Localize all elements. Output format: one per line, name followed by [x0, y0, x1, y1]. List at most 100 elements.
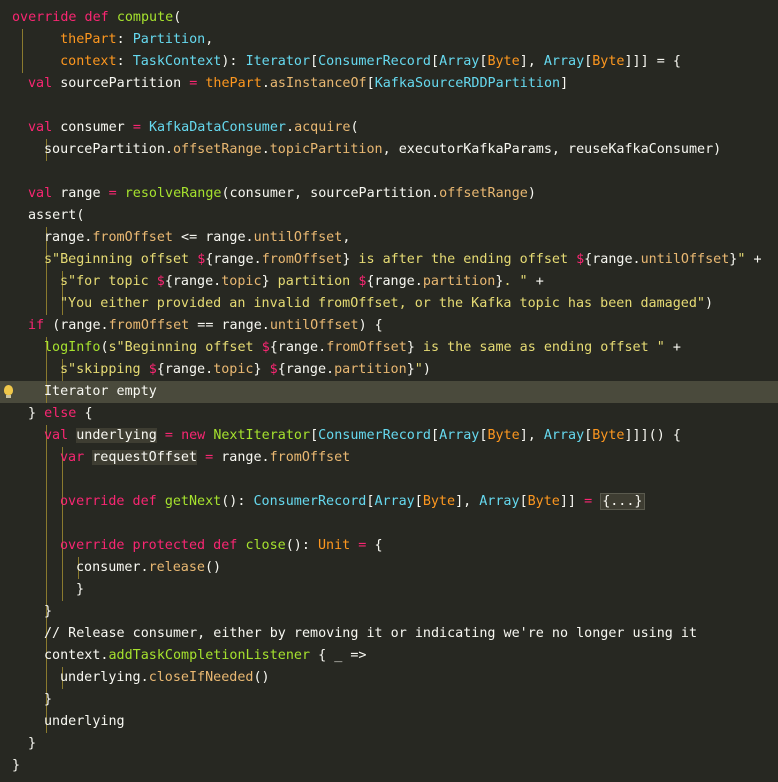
code-editor[interactable]: override def compute( thePart: Partition…: [0, 0, 778, 782]
code-token: ]]]() {: [624, 428, 681, 443]
code-text: assert(: [28, 205, 84, 227]
indent-guide: [46, 557, 47, 579]
code-token: [: [414, 494, 423, 509]
code-line[interactable]: val underlying = new NextIterator[Consum…: [0, 425, 778, 447]
code-token: ]: [560, 76, 569, 91]
indent-guide: [62, 579, 63, 601]
code-token: Array: [374, 494, 415, 509]
code-token: close: [245, 538, 286, 553]
indent-guide: [22, 51, 23, 73]
code-token: [: [431, 54, 440, 69]
code-line[interactable]: // Release consumer, either by removing …: [0, 623, 778, 645]
indent-guide: [46, 469, 47, 491]
code-token: (consumer, sourcePartition.: [221, 186, 440, 201]
code-token: ": [414, 362, 423, 377]
code-token: Byte: [487, 54, 520, 69]
code-token: addTaskCompletionListener: [108, 648, 311, 663]
code-token: is after the ending offset: [350, 252, 577, 267]
code-token: closeIfNeeded: [148, 670, 254, 685]
indent-guide: [62, 513, 63, 535]
code-token: range.: [44, 230, 93, 245]
code-line[interactable]: underlying.closeIfNeeded(): [0, 667, 778, 689]
code-token[interactable]: {...}: [600, 493, 645, 510]
code-token: {: [374, 538, 383, 553]
code-token: Array: [543, 428, 585, 443]
code-token: ,: [342, 230, 351, 245]
code-line[interactable]: context: TaskContext): Iterator[Consumer…: [0, 51, 778, 73]
code-token: offsetRange: [173, 142, 262, 157]
code-token: }: [12, 758, 21, 773]
code-text: sourcePartition.offsetRange.topicPartiti…: [44, 139, 721, 161]
code-token: { _ =>: [310, 648, 367, 663]
code-text: Iterator empty: [44, 381, 157, 403]
code-token: $: [148, 362, 157, 377]
code-text: }: [76, 579, 84, 601]
code-line[interactable]: }: [0, 689, 778, 711]
code-token: getNext: [164, 494, 222, 509]
lightbulb-icon[interactable]: [4, 385, 13, 398]
code-line[interactable]: s"Beginning offset ${range.fromOffset} i…: [0, 249, 778, 271]
code-line[interactable]: }: [0, 755, 778, 777]
code-line[interactable]: logInfo(s"Beginning offset ${range.fromO…: [0, 337, 778, 359]
code-token: =: [108, 186, 125, 201]
code-line[interactable]: }: [0, 579, 778, 601]
indent-guide: [46, 491, 47, 513]
code-line[interactable]: range.fromOffset <= range.untilOffset,: [0, 227, 778, 249]
code-text: logInfo(s"Beginning offset ${range.fromO…: [44, 337, 681, 359]
code-line[interactable]: } else {: [0, 403, 778, 425]
code-line[interactable]: [0, 95, 778, 117]
code-line[interactable]: underlying: [0, 711, 778, 733]
code-line[interactable]: override def getNext(): ConsumerRecord[A…: [0, 491, 778, 513]
code-line[interactable]: [0, 513, 778, 535]
code-token: Array: [439, 428, 480, 443]
code-line[interactable]: s"for topic ${range.topic} partition ${r…: [0, 271, 778, 293]
code-line[interactable]: [0, 469, 778, 491]
code-token: {range.: [269, 340, 327, 355]
indent-guide: [22, 29, 23, 51]
code-line[interactable]: context.addTaskCompletionListener { _ =>: [0, 645, 778, 667]
code-token: s"Beginning offset: [44, 252, 198, 267]
code-line[interactable]: var requestOffset = range.fromOffset: [0, 447, 778, 469]
code-line[interactable]: s"skipping ${range.topic} ${range.partit…: [0, 359, 778, 381]
code-token: Array: [439, 54, 480, 69]
code-token: val: [28, 186, 61, 201]
code-line[interactable]: [0, 161, 778, 183]
code-token: partition: [334, 362, 407, 377]
code-token: }: [44, 604, 53, 619]
code-token: assert(: [28, 208, 85, 223]
code-token: val: [44, 428, 77, 443]
code-line[interactable]: override protected def close(): Unit = {: [0, 535, 778, 557]
code-text: override protected def close(): Unit = {: [60, 535, 383, 557]
code-token: [: [366, 76, 375, 91]
code-token: NextIterator: [213, 428, 311, 443]
code-line[interactable]: consumer.release(): [0, 557, 778, 579]
code-token: sourcePartition: [60, 76, 190, 91]
code-line[interactable]: if (range.fromOffset == range.untilOffse…: [0, 315, 778, 337]
code-token: Iterator: [245, 54, 311, 69]
code-line[interactable]: sourcePartition.offsetRange.topicPartiti…: [0, 139, 778, 161]
code-line[interactable]: "You either provided an invalid fromOffs…: [0, 293, 778, 315]
code-token: logInfo: [44, 340, 101, 355]
indent-guide: [62, 469, 63, 491]
code-line[interactable]: }: [0, 601, 778, 623]
code-line[interactable]: val consumer = KafkaDataConsumer.acquire…: [0, 117, 778, 139]
code-line[interactable]: Iterator empty: [0, 381, 778, 403]
code-line[interactable]: thePart: Partition,: [0, 29, 778, 51]
code-line[interactable]: }: [0, 733, 778, 755]
code-line[interactable]: val range = resolveRange(consumer, sourc…: [0, 183, 778, 205]
code-token: [: [431, 428, 440, 443]
code-token: {range.: [277, 362, 335, 377]
code-token: ": [737, 252, 754, 267]
code-token: KafkaSourceRDDPartition: [374, 76, 561, 91]
code-token: untilOffset: [269, 318, 359, 333]
code-line[interactable]: val sourcePartition = thePart.asInstance…: [0, 73, 778, 95]
code-line[interactable]: assert(: [0, 205, 778, 227]
indent-guide: [46, 579, 47, 601]
code-line[interactable]: override def compute(: [0, 7, 778, 29]
code-token: // Release consumer, either by removing …: [44, 626, 698, 641]
code-token: fromOffset: [269, 450, 351, 465]
code-token: partition: [269, 274, 359, 289]
code-token: {range.: [584, 252, 641, 267]
code-token: [: [310, 428, 319, 443]
code-token: $: [261, 340, 270, 355]
